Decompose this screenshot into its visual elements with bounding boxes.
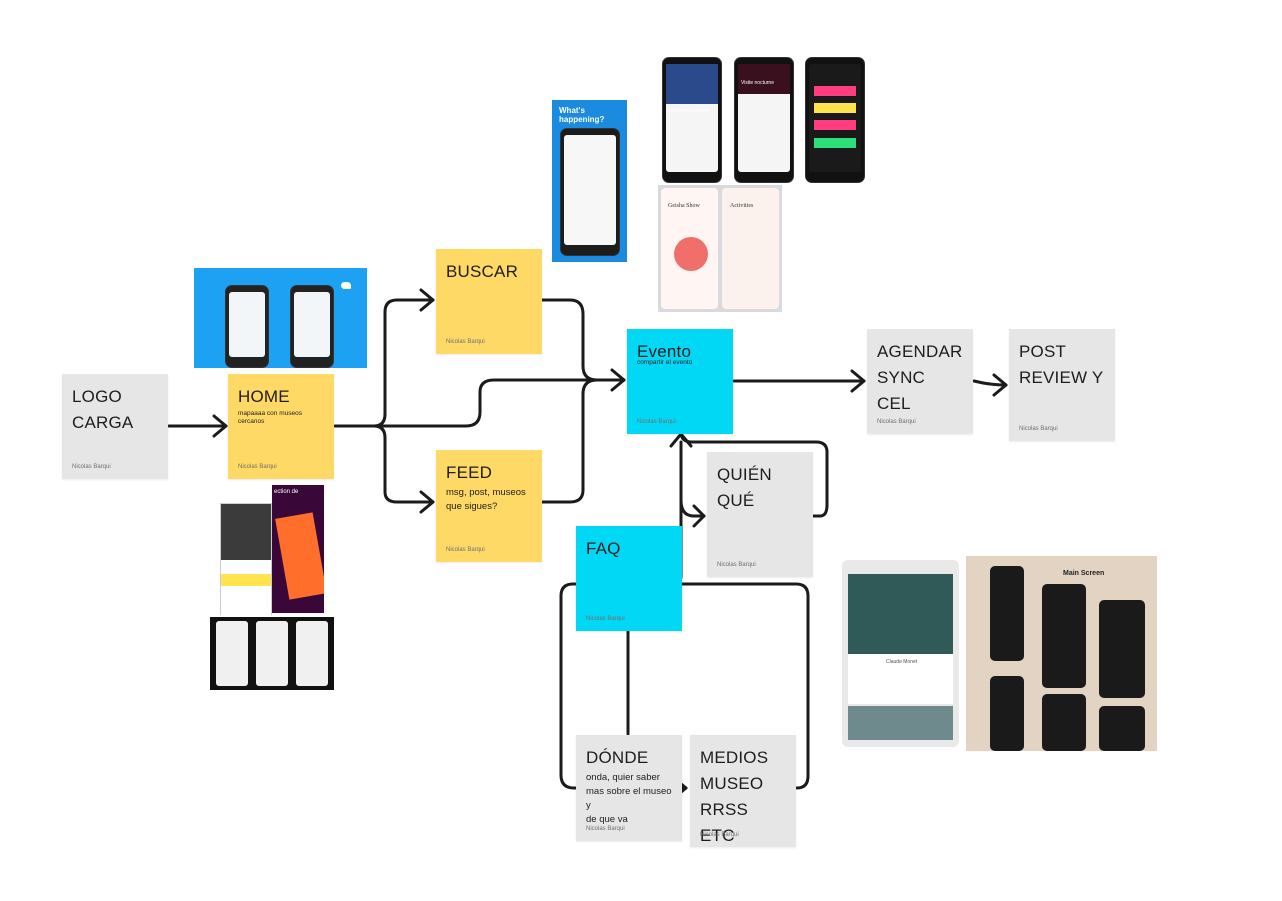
note-evento-author: Nicolas Barqui (637, 419, 676, 425)
note-quien-title: QUIÉN QUÉ (717, 465, 772, 510)
three-phones-image (210, 617, 334, 690)
note-agendar[interactable]: AGENDAR SYNC CEL Nicolas Barqui (867, 329, 973, 434)
note-evento[interactable]: Evento compartir el evento Nicolas Barqu… (627, 329, 733, 434)
note-home[interactable]: HOME mapaaaa con museos cercanos Nicolas… (228, 374, 334, 479)
note-post[interactable]: POST REVIEW Y Nicolas Barqui (1009, 329, 1115, 441)
whats-happening-image: What's happening? (552, 100, 627, 262)
twitter-app-mockup-image (194, 268, 367, 368)
note-feed-title: FEED (446, 463, 493, 482)
note-faq[interactable]: FAQ Nicolas Barqui (576, 526, 682, 631)
note-agendar-author: Nicolas Barqui (877, 419, 916, 425)
whats-happening-heading: What's happening? (559, 106, 605, 124)
geisha-right-title: Activities (730, 203, 754, 209)
note-feed-sub: msg, post, museos que sigues? (446, 487, 526, 512)
museum-magazine-collage-image: ection de (220, 485, 324, 615)
note-donde-author: Nicolas Barqui (586, 826, 625, 832)
arrow-home-to-feed (372, 424, 435, 504)
note-post-author: Nicolas Barqui (1019, 426, 1058, 432)
note-home-sub: mapaaaa con museos cercanos (238, 410, 302, 425)
main-screen-heading: Main Screen (1063, 570, 1105, 577)
arrow-home-to-evento (372, 378, 626, 428)
twitter-bird-icon (341, 282, 351, 289)
note-medios[interactable]: MEDIOS MUSEO RRSS ETC Nicolas Barqui (690, 735, 796, 847)
note-logo-carga[interactable]: LOGO CARGA Nicolas Barqui (62, 374, 168, 479)
note-post-title: POST REVIEW Y (1019, 342, 1104, 387)
note-medios-author: Nicolas Barqui (700, 832, 739, 838)
note-buscar[interactable]: BUSCAR Nicolas Barqui (436, 249, 542, 354)
event-phone-1-title: L'impressionnisme (669, 108, 711, 114)
note-feed[interactable]: FEED msg, post, museos que sigues? Nicol… (436, 450, 542, 562)
note-buscar-author: Nicolas Barqui (446, 339, 485, 345)
tablet-monet-image: Claude Monet (842, 560, 959, 747)
event-phones-image: L'impressionnisme Visite nocturne (662, 57, 867, 185)
arrow-buscar-to-evento (540, 298, 626, 382)
note-logo-title: LOGO CARGA (72, 387, 134, 432)
note-faq-author: Nicolas Barqui (586, 616, 625, 622)
tablet-caption: Claude Monet (886, 659, 918, 665)
event-phone-2-title: Visite nocturne (741, 80, 774, 86)
note-evento-sub: compartir el evento (637, 359, 693, 366)
note-logo-author: Nicolas Barqui (72, 464, 111, 470)
note-donde[interactable]: DÓNDE onda, quier saber mas sobre el mus… (576, 735, 682, 841)
note-donde-sub: onda, quier saber mas sobre el museo y d… (586, 772, 672, 825)
geisha-left-title: Geisha Show (668, 203, 700, 209)
note-buscar-title: BUSCAR (446, 262, 519, 281)
geisha-show-image: Geisha Show Activities (658, 185, 782, 312)
note-feed-author: Nicolas Barqui (446, 547, 485, 553)
note-donde-title: DÓNDE (586, 748, 649, 767)
note-faq-title: FAQ (586, 539, 621, 558)
main-screen-image: Main Screen (966, 556, 1157, 751)
note-home-author: Nicolas Barqui (238, 464, 277, 470)
note-agendar-title: AGENDAR SYNC CEL (877, 342, 963, 413)
arrow-agendar-to-post (972, 379, 1008, 387)
whiteboard-canvas[interactable]: What's happening? L'impressionnisme Visi… (0, 0, 1282, 901)
note-quien[interactable]: QUIÉN QUÉ Nicolas Barqui (707, 452, 813, 577)
arrow-feed-to-evento (540, 378, 599, 504)
note-quien-author: Nicolas Barqui (717, 562, 756, 568)
arrow-evento-to-quien (679, 440, 706, 518)
note-home-title: HOME (238, 387, 290, 406)
magazine-title: ection de (274, 489, 299, 495)
